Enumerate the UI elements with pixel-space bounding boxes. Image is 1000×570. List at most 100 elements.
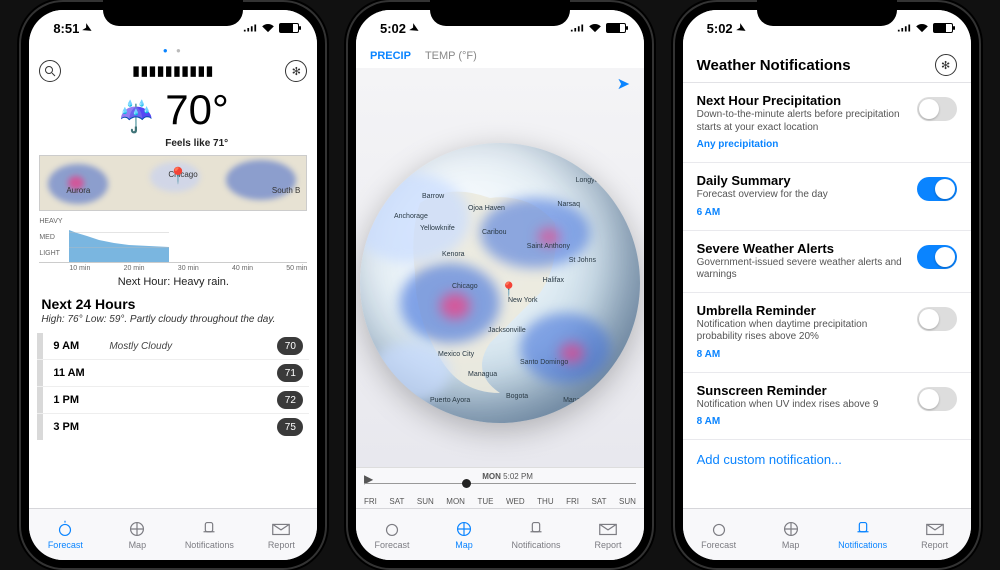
- notification-row[interactable]: Umbrella Reminder Notification when dayt…: [683, 293, 971, 373]
- tick: SAT: [592, 497, 607, 506]
- tab-forecast[interactable]: Forecast: [37, 520, 93, 550]
- city-stjohns: St Johns: [569, 257, 596, 264]
- notif-toggle[interactable]: [917, 245, 957, 269]
- tab-report[interactable]: Report: [907, 520, 963, 550]
- gear-icon: ✻: [941, 59, 950, 72]
- notif-option[interactable]: 6 AM: [697, 207, 721, 218]
- phone-notifications: 5:02➤ Weather Notifications ✻ Next Hour …: [673, 0, 981, 570]
- tab-notifications[interactable]: Notifications: [181, 520, 237, 550]
- notif-title: Severe Weather Alerts: [697, 241, 909, 256]
- add-custom-notification[interactable]: Add custom notification...: [683, 440, 971, 479]
- wifi-icon: [588, 23, 602, 33]
- cell-signal-icon: [243, 23, 257, 33]
- hour-row[interactable]: 11 AM71: [37, 359, 309, 386]
- notification-row[interactable]: Next Hour Precipitation Down-to-the-minu…: [683, 83, 971, 163]
- notif-title: Umbrella Reminder: [697, 303, 909, 318]
- city-jacksonville: Jacksonville: [488, 327, 526, 334]
- time-scrubber[interactable]: ▶ MON 5:02 PM FRI SAT SUN MON TUE WED TH…: [356, 467, 644, 508]
- search-button[interactable]: [39, 60, 61, 82]
- recenter-button[interactable]: ➤: [617, 74, 630, 94]
- settings-button[interactable]: ✻: [285, 60, 307, 82]
- page-title: Weather Notifications: [697, 57, 851, 74]
- status-time: 5:02: [380, 21, 406, 36]
- wifi-icon: [915, 23, 929, 33]
- notification-row[interactable]: Severe Weather Alerts Government-issued …: [683, 231, 971, 293]
- notif-title: Sunscreen Reminder: [697, 383, 909, 398]
- hour-row[interactable]: 3 PM 75: [37, 413, 309, 440]
- next-24h-section: Next 24 Hours High: 76° Low: 59°. Partly…: [29, 288, 317, 325]
- globe[interactable]: Barrow Narsaq Longyearbyen Anchorage Ojo…: [360, 143, 640, 423]
- scrubber-knob[interactable]: [462, 479, 471, 488]
- next-hour-chart: HEAVY MED LIGHT 10 min 20 min: [39, 217, 307, 288]
- battery-icon: [279, 23, 299, 33]
- tab-bar: Forecast Map Notifications Report: [356, 508, 644, 560]
- notif-toggle[interactable]: [917, 307, 957, 331]
- notif-title: Next Hour Precipitation: [697, 93, 909, 108]
- tab-notifications[interactable]: Notifications: [508, 520, 564, 550]
- notif-desc: Down-to-the-minute alerts before precipi…: [697, 109, 909, 134]
- notif-option[interactable]: 8 AM: [697, 349, 721, 360]
- notif-option[interactable]: 8 AM: [697, 416, 721, 427]
- precip-map-thumbnail[interactable]: Aurora Chicago South B 📍: [39, 155, 307, 211]
- next-hour-summary: Next Hour: Heavy rain.: [39, 276, 307, 288]
- chart-x-10: 10 min: [69, 265, 90, 272]
- tab-temp[interactable]: TEMP (°F): [425, 50, 477, 62]
- phone-forecast: 8:51➤ ● ● ▮▮▮▮▮▮▮▮▮▮ ✻ ☔ 70°: [19, 0, 327, 570]
- location-services-icon: ➤: [734, 20, 748, 36]
- tab-notifications[interactable]: Notifications: [835, 520, 891, 550]
- tick: WED: [506, 497, 525, 506]
- bell-icon: [198, 520, 220, 538]
- city-managua: Managua: [468, 371, 497, 378]
- tab-map[interactable]: Map: [763, 520, 819, 550]
- city-sd: Santo Domingo: [520, 359, 568, 366]
- city-manaus: Manaus: [563, 397, 588, 404]
- forecast-icon: [54, 520, 76, 538]
- notif-toggle[interactable]: [917, 387, 957, 411]
- tab-forecast[interactable]: Forecast: [364, 520, 420, 550]
- city-narsaq: Narsaq: [557, 201, 580, 208]
- hour-time: 1 PM: [53, 394, 99, 406]
- tick: THU: [537, 497, 553, 506]
- tab-bar: Forecast Map Notifications Report: [29, 508, 317, 560]
- notif-desc: Forecast overview for the day: [697, 189, 909, 202]
- chart-x-20: 20 min: [124, 265, 145, 272]
- notif-option[interactable]: Any precipitation: [697, 139, 779, 150]
- location-title[interactable]: ▮▮▮▮▮▮▮▮▮▮: [133, 63, 215, 79]
- tab-map[interactable]: Map: [436, 520, 492, 550]
- tab-report[interactable]: Report: [580, 520, 636, 550]
- hour-temp: 70: [277, 337, 303, 355]
- notification-row[interactable]: Daily Summary Forecast overview for the …: [683, 163, 971, 231]
- globe-view[interactable]: ➤ Barrow Narsaq Longyearbyen: [356, 68, 644, 467]
- chart-x-40: 40 min: [232, 265, 253, 272]
- city-puertoayora: Puerto Ayora: [430, 397, 470, 404]
- city-chicago: Chicago: [452, 283, 478, 290]
- hour-row[interactable]: 9 AMMostly Cloudy70: [37, 333, 309, 359]
- notch: [103, 0, 243, 26]
- tick: SAT: [389, 497, 404, 506]
- city-kenora: Kenora: [442, 251, 465, 258]
- map-label-aurora: Aurora: [66, 186, 90, 195]
- status-time: 5:02: [707, 21, 733, 36]
- settings-button[interactable]: ✻: [935, 54, 957, 76]
- envelope-icon: [597, 520, 619, 538]
- tick: SUN: [619, 497, 636, 506]
- tab-forecast[interactable]: Forecast: [691, 520, 747, 550]
- page-dots[interactable]: ● ●: [29, 46, 317, 60]
- hourly-list[interactable]: 9 AMMostly Cloudy70 11 AM71 1 PM72 3 PM 7…: [37, 333, 309, 440]
- hour-row[interactable]: 1 PM72: [37, 386, 309, 413]
- hour-temp: 75: [277, 418, 303, 436]
- notif-toggle[interactable]: [917, 97, 957, 121]
- city-halifax: Halifax: [543, 277, 564, 284]
- tick: MON: [446, 497, 465, 506]
- city-anchorage: Anchorage: [394, 213, 428, 220]
- hour-time: 3 PM: [53, 421, 99, 433]
- search-icon: [44, 65, 56, 77]
- chart-x-50: 50 min: [286, 265, 307, 272]
- location-services-icon: ➤: [81, 20, 95, 36]
- tab-precip[interactable]: PRECIP: [370, 50, 411, 62]
- tab-report[interactable]: Report: [253, 520, 309, 550]
- notif-title: Daily Summary: [697, 173, 909, 188]
- notif-toggle[interactable]: [917, 177, 957, 201]
- tab-map[interactable]: Map: [109, 520, 165, 550]
- notification-row[interactable]: Sunscreen Reminder Notification when UV …: [683, 373, 971, 441]
